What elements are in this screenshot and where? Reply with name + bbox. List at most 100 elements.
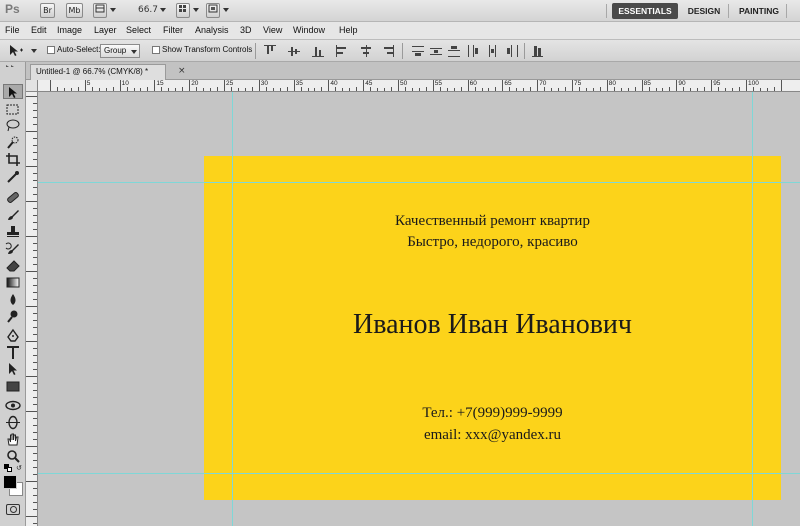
document-tab[interactable]: Untitled-1 @ 66.7% (CMYK/8) * xyxy=(30,64,166,80)
brush-tool[interactable] xyxy=(3,207,23,222)
photoshop-window: Ps Br Mb 66.7 ESSENTIALS DESIGN PAINTING… xyxy=(0,0,800,526)
type-tool[interactable] xyxy=(3,345,23,360)
rectangle-tool[interactable] xyxy=(3,379,23,394)
ruler-origin[interactable] xyxy=(26,80,38,92)
guide-horizontal[interactable] xyxy=(38,182,800,183)
ruler-tick xyxy=(224,80,225,91)
eraser-tool[interactable] xyxy=(3,258,23,273)
arrange-dropdown-icon[interactable] xyxy=(193,8,199,12)
menu-layer[interactable]: Layer xyxy=(94,25,117,35)
close-document-icon[interactable]: × xyxy=(178,66,186,76)
distribute-top-edges-icon[interactable] xyxy=(412,45,424,57)
extras-button[interactable] xyxy=(93,3,107,18)
foreground-color-swatch[interactable] xyxy=(3,475,17,489)
workspace-painting[interactable]: PAINTING xyxy=(734,3,784,19)
guide-vertical[interactable] xyxy=(232,92,233,526)
screen-mode-button[interactable] xyxy=(206,3,220,18)
ruler-tick xyxy=(33,509,37,510)
crop-tool[interactable] xyxy=(3,152,23,167)
history-brush-tool[interactable] xyxy=(3,241,23,256)
ruler-tick xyxy=(314,88,316,91)
move-tool-preset-icon[interactable] xyxy=(8,44,24,58)
show-transform-controls-checkbox[interactable] xyxy=(152,46,160,54)
align-top-edges-icon[interactable] xyxy=(264,45,276,57)
workspace-design[interactable]: DESIGN xyxy=(684,3,724,19)
distribute-left-edges-icon[interactable] xyxy=(467,45,479,57)
ruler-tick xyxy=(33,159,37,160)
menu-3d[interactable]: 3D xyxy=(240,25,252,35)
ruler-tick xyxy=(33,299,37,300)
pen-tool[interactable] xyxy=(3,328,23,343)
gradient-tool[interactable] xyxy=(3,275,23,290)
document-canvas[interactable]: Качественный ремонт квартир Быстро, недо… xyxy=(38,92,800,526)
3d-orbit-tool[interactable] xyxy=(3,415,23,430)
quick-selection-tool[interactable] xyxy=(3,135,23,150)
workspace-essentials[interactable]: ESSENTIALS xyxy=(612,3,678,19)
ruler-tick xyxy=(398,80,399,91)
menu-window[interactable]: Window xyxy=(293,25,325,35)
bridge-button[interactable]: Br xyxy=(40,3,55,18)
distribute-right-edges-icon[interactable] xyxy=(506,45,518,57)
menu-filter[interactable]: Filter xyxy=(163,25,183,35)
arrange-documents-button[interactable] xyxy=(176,3,190,18)
menu-analysis[interactable]: Analysis xyxy=(195,25,229,35)
zoom-dropdown-icon[interactable] xyxy=(160,8,166,12)
default-colors-icon[interactable] xyxy=(4,464,12,472)
ruler-tick xyxy=(33,208,37,209)
ruler-number: 35 xyxy=(295,80,303,87)
ruler-number: 50 xyxy=(400,80,408,87)
ruler-tick xyxy=(439,87,441,91)
blur-tool[interactable] xyxy=(3,292,23,307)
align-horizontal-centers-icon[interactable] xyxy=(360,45,372,57)
eyedropper-tool[interactable] xyxy=(3,169,23,184)
lasso-tool[interactable] xyxy=(3,118,23,133)
extras-dropdown-icon[interactable] xyxy=(110,8,116,12)
dodge-tool[interactable] xyxy=(3,309,23,324)
panel-collapse-icon[interactable] xyxy=(4,64,22,68)
align-right-edges-icon[interactable] xyxy=(382,45,394,57)
menu-view[interactable]: View xyxy=(263,25,282,35)
ruler-tick xyxy=(33,418,37,419)
healing-brush-tool[interactable] xyxy=(3,190,23,205)
distribute-horizontal-centers-icon[interactable] xyxy=(486,45,498,57)
tool-preset-dropdown-icon[interactable] xyxy=(31,49,37,53)
menu-help[interactable]: Help xyxy=(339,25,358,35)
zoom-tool[interactable] xyxy=(3,449,23,464)
document-tab-title: Untitled-1 @ 66.7% (CMYK/8) * xyxy=(36,67,149,76)
divider xyxy=(255,43,256,59)
menu-image[interactable]: Image xyxy=(57,25,82,35)
screen-mode-dropdown-icon[interactable] xyxy=(223,8,229,12)
business-card[interactable]: Качественный ремонт квартир Быстро, недо… xyxy=(204,156,781,500)
auto-align-layers-icon[interactable] xyxy=(532,45,544,57)
ruler-tick xyxy=(585,88,587,91)
menu-select[interactable]: Select xyxy=(126,25,151,35)
path-selection-tool[interactable] xyxy=(3,362,23,377)
guide-vertical[interactable] xyxy=(752,92,753,526)
menu-file[interactable]: File xyxy=(5,25,20,35)
quick-mask-button[interactable] xyxy=(6,504,20,515)
options-bar: Auto-Select: Group Show Transform Contro… xyxy=(0,40,800,62)
guide-horizontal[interactable] xyxy=(38,473,800,474)
marquee-tool[interactable] xyxy=(3,102,23,117)
align-left-edges-icon[interactable] xyxy=(336,45,348,57)
horizontal-ruler[interactable]: 5 10 15 20 25 30 35 40 45 50 55 60 65 70 75 80 85 90 95 100 xyxy=(38,80,800,92)
3d-rotate-tool[interactable] xyxy=(3,398,23,413)
ruler-tick xyxy=(33,453,37,454)
ruler-tick xyxy=(418,88,420,91)
clone-stamp-tool[interactable] xyxy=(3,224,23,239)
auto-select-checkbox[interactable] xyxy=(47,46,55,54)
ruler-tick xyxy=(26,341,37,342)
vertical-ruler[interactable] xyxy=(26,92,38,526)
hand-tool[interactable] xyxy=(3,432,23,447)
menu-edit[interactable]: Edit xyxy=(31,25,47,35)
distribute-bottom-edges-icon[interactable] xyxy=(448,45,460,57)
swap-colors-icon[interactable]: ↺ xyxy=(16,464,24,472)
ruler-tick xyxy=(26,376,37,377)
align-bottom-edges-icon[interactable] xyxy=(312,45,324,57)
auto-select-dropdown[interactable]: Group xyxy=(100,44,140,58)
mini-bridge-button[interactable]: Mb xyxy=(66,3,83,18)
distribute-vertical-centers-icon[interactable] xyxy=(430,45,442,57)
align-vertical-centers-icon[interactable] xyxy=(288,45,300,57)
ruler-tick xyxy=(33,439,37,440)
move-tool[interactable] xyxy=(3,84,23,99)
